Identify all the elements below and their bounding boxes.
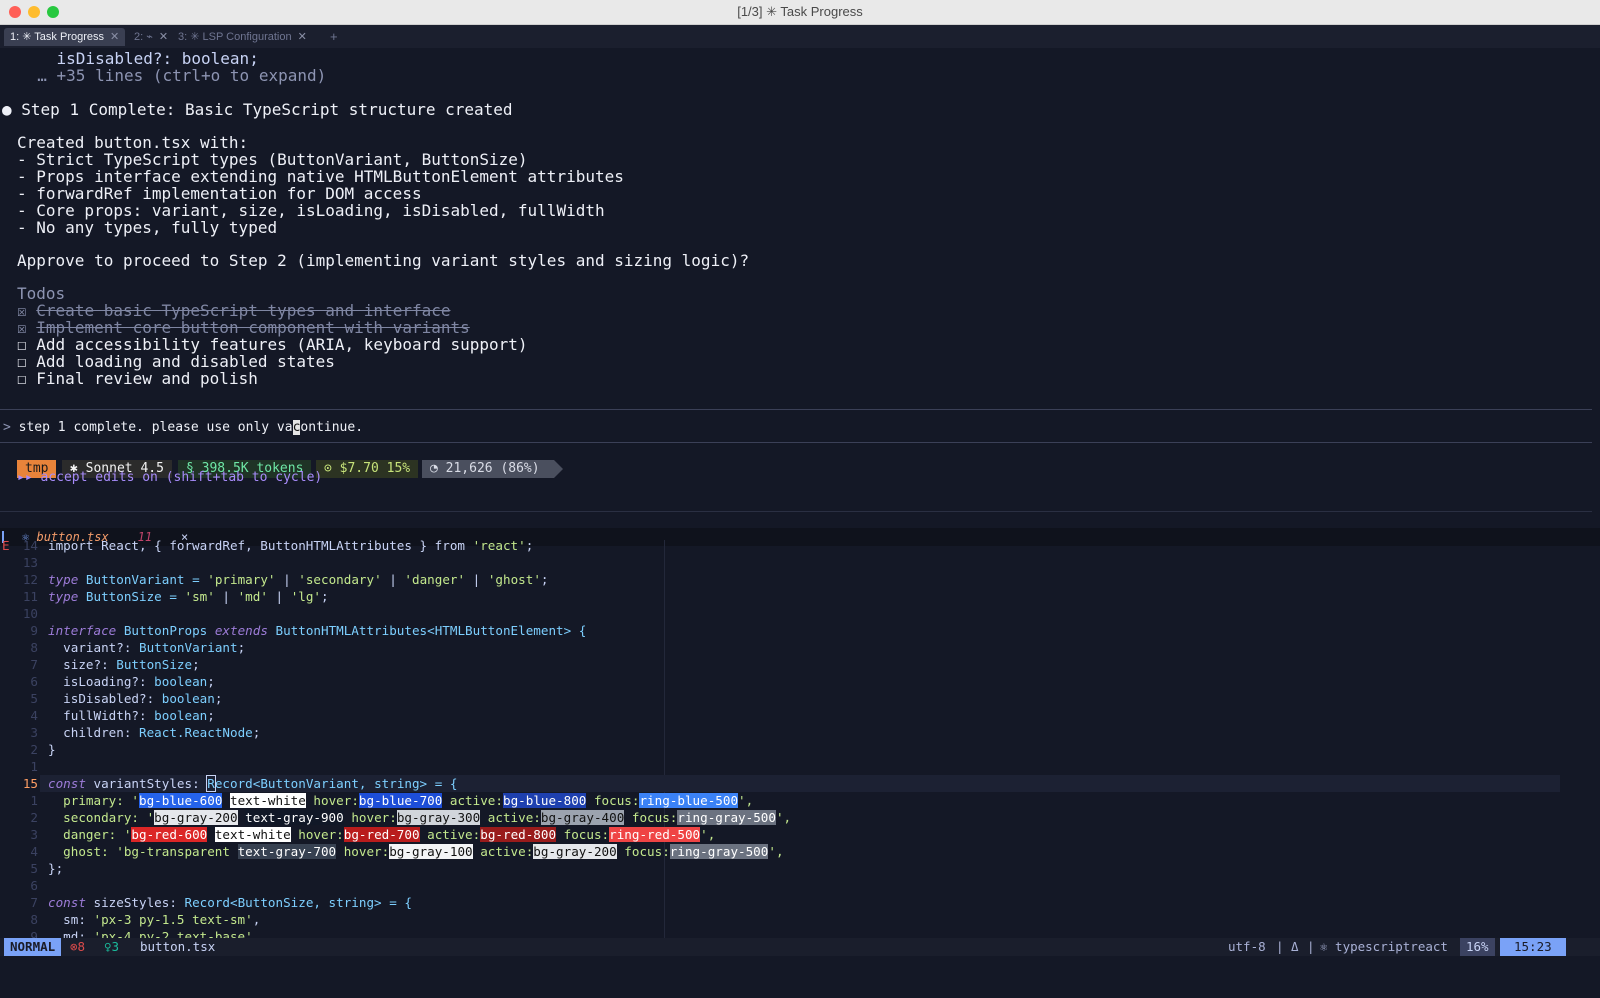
- close-tab-icon[interactable]: ✕: [110, 31, 119, 43]
- tab-task-progress[interactable]: 1: ✳ Task Progress ✕: [4, 28, 126, 46]
- editor-cursor: R: [206, 775, 216, 792]
- todo-text: Final review and polish: [36, 369, 258, 388]
- terminal-tab-bar: 1: ✳ Task Progress ✕ 2: ⌁ ✕ 3: ✳ LSP Confi…: [0, 25, 1600, 48]
- title-bar: [1/3] ✳ Task Progress: [0, 0, 1600, 25]
- bullet-icon: ●: [2, 100, 12, 119]
- pane-divider: [0, 511, 1592, 512]
- editor-statusline: NORMAL ⊗8 ♀3 button.tsx utf-8 | Δ | ⚛ ty…: [0, 938, 1600, 956]
- prompt-top-divider: [0, 409, 1592, 410]
- statusline-filename: button.tsx: [140, 939, 216, 954]
- tab-label: 3: ✳ LSP Configuration: [178, 31, 292, 43]
- linux-icon: Δ: [1291, 939, 1299, 954]
- context-segment: ◔ 21,626 (86%): [422, 460, 554, 478]
- tab-2[interactable]: 2: ⌁ ✕: [128, 28, 174, 46]
- separator: |: [1307, 939, 1315, 954]
- scroll-percent: 16%: [1460, 938, 1495, 956]
- prompt-symbol: >: [3, 420, 11, 435]
- hint-count[interactable]: ♀3: [104, 938, 119, 956]
- mode-indicator: NORMAL: [4, 938, 62, 956]
- filetype: ⚛ typescriptreact: [1320, 939, 1448, 954]
- prompt-bottom-divider: [0, 442, 1592, 443]
- prompt-text: step 1 complete. please use only va: [18, 420, 293, 435]
- error-count[interactable]: ⊗8: [70, 938, 85, 956]
- prompt-text-after: ontinue.: [300, 420, 364, 435]
- close-tab-icon[interactable]: ✕: [159, 31, 168, 43]
- list-item: - No any types, fully typed: [17, 218, 278, 237]
- window-title: [1/3] ✳ Task Progress: [737, 4, 863, 19]
- step-complete-line: ● Step 1 Complete: Basic TypeScript stru…: [2, 100, 513, 119]
- tab-label: 2: ⌁: [134, 31, 153, 43]
- todo-item: ☐ Final review and polish: [17, 369, 258, 388]
- accept-edits-hint: ▸▸ accept edits on (shift+tab to cycle): [17, 470, 323, 485]
- approve-question: Approve to proceed to Step 2 (implementi…: [17, 251, 750, 270]
- tab-label: 1: ✳ Task Progress: [10, 31, 104, 43]
- cost-segment: ⊙ $7.70 15%: [316, 460, 419, 478]
- step-complete-text: Step 1 Complete: Basic TypeScript struct…: [21, 100, 513, 119]
- prompt-input[interactable]: > step 1 complete. please use only vacon…: [3, 419, 363, 436]
- terminal-window: [1/3] ✳ Task Progress 1: ✳ Task Progress…: [0, 0, 1600, 998]
- tab-lsp-configuration[interactable]: 3: ✳ LSP Configuration ✕: [172, 28, 313, 46]
- close-tab-icon[interactable]: ✕: [298, 31, 307, 43]
- encoding: utf-8: [1228, 939, 1266, 954]
- new-tab-button[interactable]: +: [330, 29, 338, 44]
- editor-colorcolumn: [664, 540, 665, 940]
- separator: |: [1276, 939, 1284, 954]
- cursor-position: 15:23: [1500, 938, 1566, 956]
- unchecked-box-icon: ☐: [17, 369, 27, 388]
- segment-arrow-icon: [554, 460, 563, 478]
- command-line[interactable]: [0, 956, 1600, 998]
- expand-hint[interactable]: … +35 lines (ctrl+o to expand): [18, 66, 326, 85]
